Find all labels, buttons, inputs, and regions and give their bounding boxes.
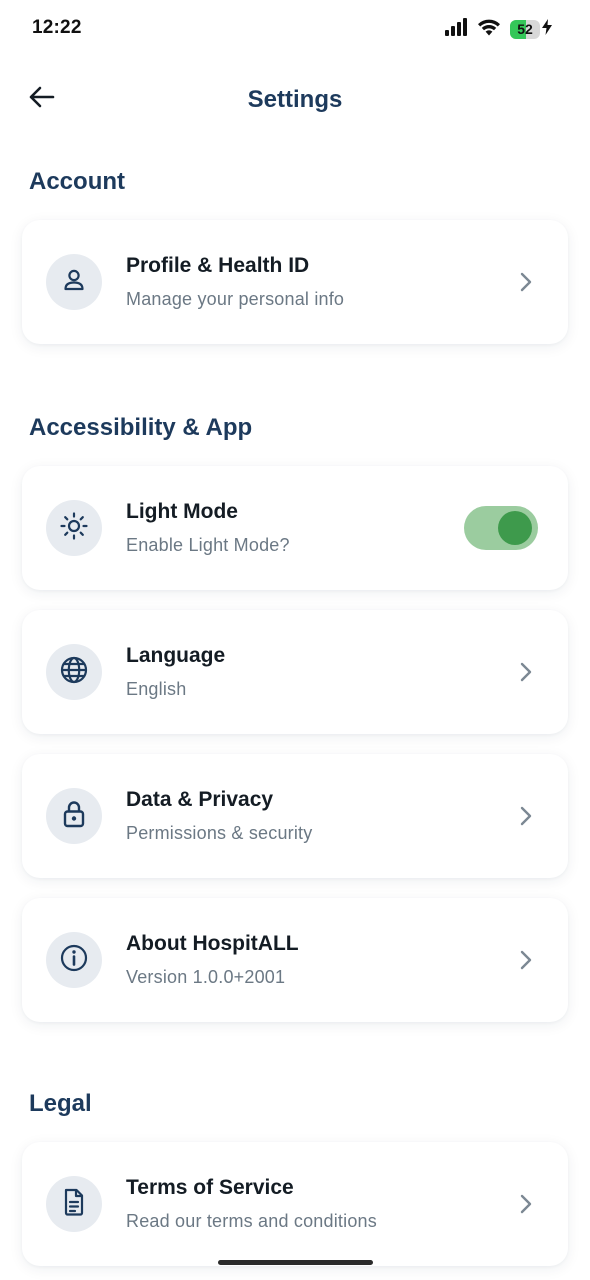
- settings-item-title: Profile & Health ID: [126, 254, 310, 277]
- settings-item-profile[interactable]: Profile & Health ID Manage your personal…: [22, 220, 568, 344]
- chevron-right-icon: [516, 661, 536, 683]
- light-mode-toggle[interactable]: [464, 506, 538, 550]
- settings-item-subtitle: Manage your personal info: [126, 289, 345, 309]
- section-title-accessibility: Accessibility & App: [29, 414, 253, 441]
- charging-bolt-icon: [542, 18, 552, 40]
- section-title-legal: Legal: [29, 1090, 92, 1117]
- settings-item-title: Light Mode: [126, 500, 238, 523]
- home-indicator[interactable]: [218, 1260, 373, 1265]
- globe-icon: [59, 655, 89, 690]
- settings-item-subtitle: Version 1.0.0+2001: [126, 967, 286, 987]
- person-icon: [60, 266, 88, 299]
- settings-item-subtitle: Enable Light Mode?: [126, 535, 290, 555]
- language-icon-badge: [46, 644, 102, 700]
- settings-item-light-mode: Light Mode Enable Light Mode?: [22, 466, 568, 590]
- cellular-signal-icon: [444, 17, 468, 41]
- wifi-icon: [477, 18, 501, 41]
- page-title: Settings: [247, 86, 343, 113]
- settings-item-title: Language: [126, 644, 226, 667]
- settings-item-about[interactable]: About HospitALL Version 1.0.0+2001: [22, 898, 568, 1022]
- toggle-knob: [498, 511, 532, 545]
- about-icon-badge: [46, 932, 102, 988]
- settings-item-language[interactable]: Language English: [22, 610, 568, 734]
- chevron-right-icon: [516, 805, 536, 827]
- terms-icon-badge: [46, 1176, 102, 1232]
- lock-icon: [60, 799, 88, 834]
- chevron-right-icon: [516, 271, 536, 293]
- battery-body: 52: [510, 19, 540, 39]
- settings-item-subtitle: Permissions & security: [126, 823, 313, 843]
- privacy-icon-badge: [46, 788, 102, 844]
- light-mode-icon-badge: [46, 500, 102, 556]
- settings-item-title: About HospitALL: [126, 932, 299, 955]
- status-time: 12:22: [32, 17, 82, 38]
- status-icons: 52: [444, 17, 552, 41]
- profile-icon-badge: [46, 254, 102, 310]
- settings-item-subtitle: Read our terms and conditions: [126, 1211, 377, 1231]
- settings-item-data-privacy[interactable]: Data & Privacy Permissions & security: [22, 754, 568, 878]
- settings-item-subtitle: English: [126, 679, 187, 699]
- status-bar: 12:22 52: [0, 0, 590, 58]
- chevron-right-icon: [516, 949, 536, 971]
- document-icon: [61, 1187, 87, 1222]
- info-icon: [59, 943, 89, 978]
- settings-item-terms[interactable]: Terms of Service Read our terms and cond…: [22, 1142, 568, 1266]
- battery-level: 52: [517, 20, 533, 37]
- settings-item-title: Terms of Service: [126, 1176, 294, 1199]
- chevron-right-icon: [516, 1193, 536, 1215]
- settings-item-title: Data & Privacy: [126, 788, 274, 811]
- sun-icon: [59, 511, 89, 546]
- section-title-account: Account: [29, 168, 125, 195]
- battery-indicator: 52: [510, 18, 552, 40]
